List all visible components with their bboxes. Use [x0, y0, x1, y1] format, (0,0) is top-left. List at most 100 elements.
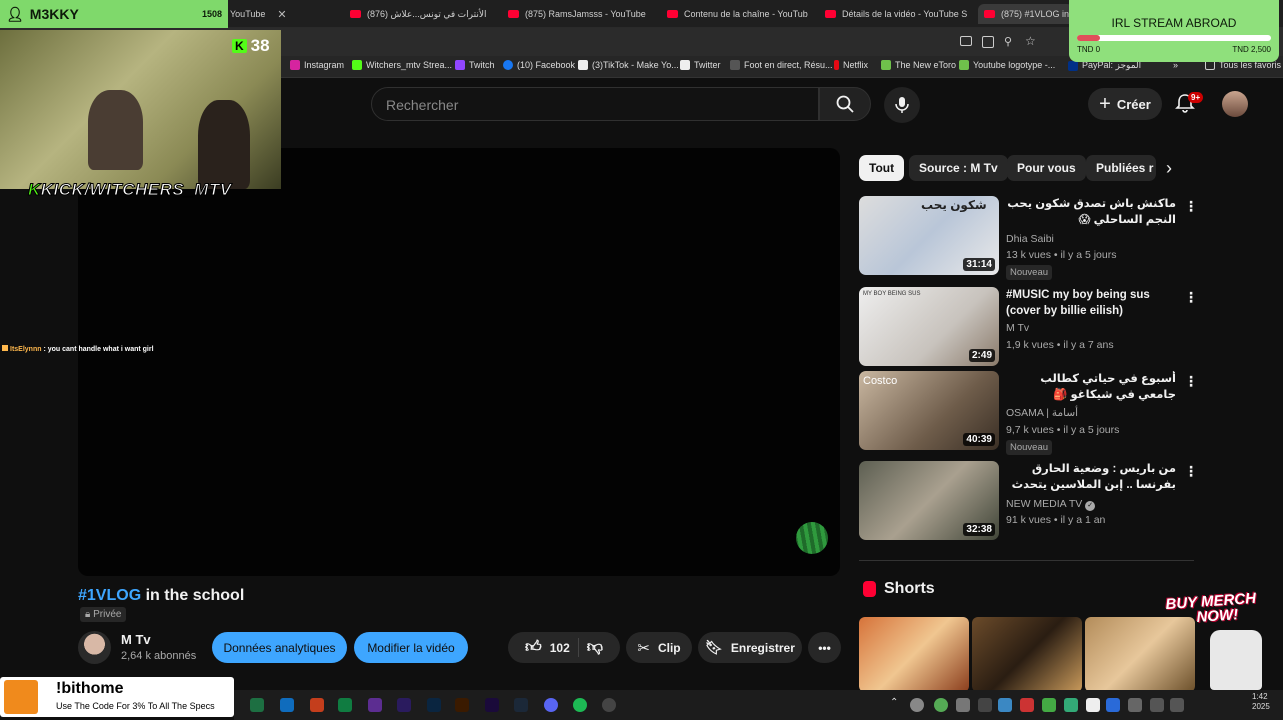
tray-app-icon[interactable] [978, 698, 992, 712]
recommended-video[interactable]: MY BOY BEING SUS 2:49 #MUSIC my boy bein… [859, 287, 1199, 367]
clip-button[interactable]: ✂ Clip [626, 632, 692, 663]
notification-badge: 9+ [1188, 92, 1204, 103]
short-thumbnail[interactable] [859, 617, 969, 692]
video-thumbnail[interactable]: MY BOY BEING SUS 2:49 [859, 287, 999, 366]
video-player[interactable] [78, 148, 840, 576]
bookmark-item[interactable]: Instagram [290, 60, 344, 70]
video-title[interactable]: أسبوع في حياتي كطالب جامعي في شيكاغو 🎒 [1006, 371, 1176, 403]
etoro-icon [881, 60, 891, 70]
merch-tshirt-icon [1210, 630, 1262, 690]
steam-icon[interactable] [514, 698, 528, 712]
zoom-icon[interactable]: ⚲ [1004, 35, 1012, 48]
browser-tab-active[interactable]: (875) #1VLOG in the [978, 4, 1073, 24]
more-vertical-icon[interactable]: ⋮ [1184, 289, 1198, 306]
bookmark-item[interactable]: Witchers_mtv Strea... [352, 60, 452, 70]
more-actions-button[interactable]: ••• [808, 632, 841, 663]
tray-app-icon[interactable] [956, 698, 970, 712]
browser-tab[interactable]: YouTube ✕ [230, 4, 330, 24]
bookmark-item[interactable]: The New eToro [881, 60, 956, 70]
tray-app-icon[interactable] [1042, 698, 1056, 712]
recommended-video[interactable]: 32:38 من باريس : وضعية الحارق بفرنسا .. … [859, 461, 1199, 541]
browser-tab[interactable]: (875) RamsJamsss - YouTube✕ [508, 4, 653, 24]
streamer-bar: 👤︎ M3KKY 1508 [0, 0, 228, 28]
channel-avatar[interactable] [78, 631, 111, 664]
close-tab-icon[interactable]: ✕ [277, 8, 286, 21]
channel-name[interactable]: NEW MEDIA TV ✓ [1006, 498, 1096, 511]
video-thumbnail[interactable]: 32:38 [859, 461, 999, 540]
app-icon[interactable] [602, 698, 616, 712]
save-button[interactable]: 🔖︎ Enregistrer [698, 632, 802, 663]
chevron-right-icon[interactable]: › [1166, 158, 1172, 179]
after-effects-icon[interactable] [397, 698, 411, 712]
powerpoint-icon[interactable] [310, 698, 324, 712]
star-icon[interactable]: ☆ [1025, 34, 1036, 48]
visual-studio-icon[interactable] [368, 698, 382, 712]
chip-for-you[interactable]: Pour vous [1007, 155, 1086, 181]
like-button[interactable]: 👍︎ 102 [525, 638, 579, 657]
tray-app-icon[interactable] [1064, 698, 1078, 712]
search-button[interactable] [819, 87, 871, 121]
excel-icon[interactable] [250, 698, 264, 712]
recommended-video[interactable]: Costco 40:39 أسبوع في حياتي كطالب جامعي … [859, 371, 1199, 455]
channel-name[interactable]: Dhia Saibi [1006, 233, 1054, 245]
volume-icon[interactable] [1170, 698, 1184, 712]
tray-app-icon[interactable] [998, 698, 1012, 712]
premiere-icon[interactable] [485, 698, 499, 712]
account-avatar[interactable] [1222, 91, 1248, 117]
more-vertical-icon[interactable]: ⋮ [1184, 463, 1198, 480]
video-title[interactable]: من باريس : وضعية الحارق بفرنسا .. إبن ال… [1006, 461, 1176, 495]
chip-source[interactable]: Source : M Tv [909, 155, 1008, 181]
browser-tab[interactable]: (876) الأنترات في تونس...علاش✕ [350, 4, 495, 24]
bluetooth-icon[interactable] [1106, 698, 1120, 712]
bookmark-item[interactable]: (10) Facebook [503, 60, 575, 70]
outlook-icon[interactable] [280, 698, 294, 712]
tray-app-icon[interactable] [1086, 698, 1100, 712]
more-vertical-icon[interactable]: ⋮ [1184, 373, 1198, 390]
short-thumbnail[interactable] [972, 617, 1082, 692]
video-thumbnail[interactable]: شكون يحب 31:14 [859, 196, 999, 275]
tray-app-icon[interactable] [910, 698, 924, 712]
project-icon[interactable] [338, 698, 352, 712]
lock-icon: 🔒︎ [85, 609, 94, 620]
channel-name[interactable]: OSAMA | أسامة [1006, 407, 1078, 419]
analytics-button[interactable]: Données analytiques [212, 632, 347, 663]
recommended-video[interactable]: شكون يحب 31:14 ماكنش باش تصدق شكون يحب ا… [859, 196, 1199, 280]
bookmark-item[interactable]: Twitch [455, 60, 495, 70]
channel-name[interactable]: M Tv [1006, 322, 1029, 334]
translate-icon[interactable] [982, 36, 994, 48]
video-title[interactable]: #MUSIC my boy being sus (cover by billie… [1006, 287, 1176, 319]
short-thumbnail[interactable] [1085, 617, 1195, 692]
spotify-icon[interactable] [573, 698, 587, 712]
illustrator-icon[interactable] [455, 698, 469, 712]
voice-search-button[interactable] [884, 87, 920, 123]
tray-app-icon[interactable] [1020, 698, 1034, 712]
tray-app-icon[interactable] [934, 698, 948, 712]
chip-published[interactable]: Publiées r [1086, 155, 1156, 181]
bookmark-item[interactable]: Youtube logotype -... [959, 60, 1055, 70]
browser-tab[interactable]: Détails de la vidéo - YouTube S✕ [825, 4, 970, 24]
more-vertical-icon[interactable]: ⋮ [1184, 198, 1198, 215]
video-title[interactable]: ماكنش باش تصدق شكون يحب النجم الساحلي 😱 [1006, 196, 1176, 228]
bookmark-item[interactable]: Foot en direct, Résu... [730, 60, 833, 70]
search-input[interactable]: Rechercher [371, 87, 819, 121]
bookmark-item[interactable]: (3)TikTok - Make Yo... [578, 60, 679, 70]
browser-tab[interactable]: Contenu de la chaîne - YouTub✕ [667, 4, 812, 24]
edit-video-button[interactable]: Modifier la vidéo [354, 632, 468, 663]
photoshop-icon[interactable] [427, 698, 441, 712]
install-icon[interactable] [960, 36, 972, 46]
video-hashtag[interactable]: #1VLOG [78, 587, 141, 604]
discord-icon[interactable] [544, 698, 558, 712]
dislike-button[interactable]: 👎︎ [587, 638, 603, 657]
chip-all[interactable]: Tout [859, 155, 905, 181]
verified-icon: ✓ [1085, 501, 1096, 511]
network-icon[interactable] [1150, 698, 1164, 712]
taskbar-clock[interactable]: 1:42 2025 [1252, 692, 1270, 712]
create-button[interactable]: + Créer [1088, 88, 1162, 120]
tray-app-icon[interactable] [1128, 698, 1142, 712]
tray-overflow-icon[interactable]: ⌃ [890, 697, 898, 708]
bookmark-item[interactable]: Twitter [680, 60, 721, 70]
channel-name[interactable]: M Tv [121, 632, 151, 647]
goal-progress-fill [1077, 35, 1101, 41]
video-thumbnail[interactable]: Costco 40:39 [859, 371, 999, 450]
bookmark-item[interactable]: Netflix [834, 60, 868, 70]
